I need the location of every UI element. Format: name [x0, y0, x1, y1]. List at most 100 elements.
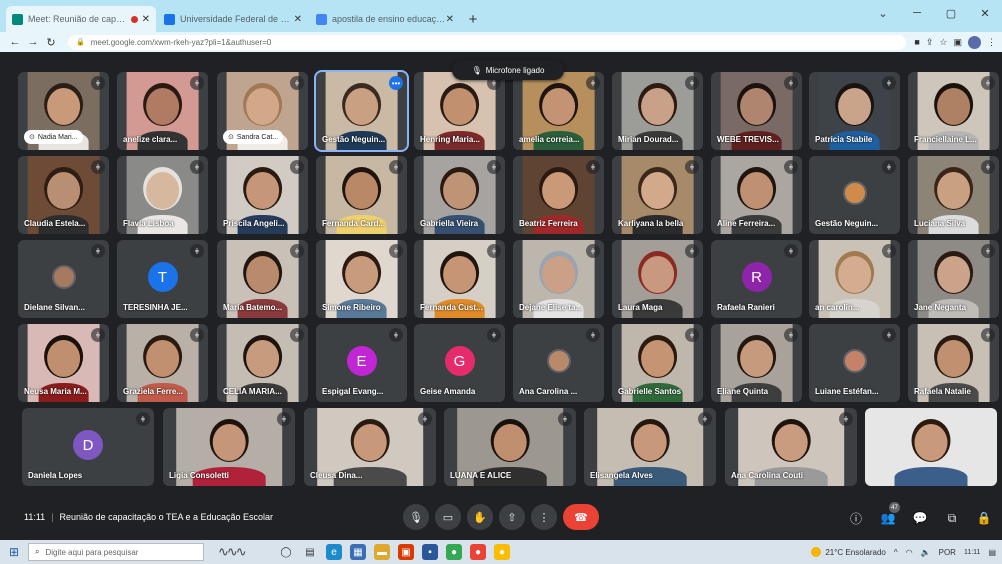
people-button[interactable]: 👥 47 [878, 502, 900, 528]
participant-tile[interactable]: ǂ anelize clara... [117, 72, 208, 150]
reload-icon[interactable]: ↻ [42, 36, 60, 49]
browser-menu-icon[interactable]: ⋮ [987, 37, 996, 48]
participant-tile[interactable]: ǂ Claudia Estela... [18, 156, 109, 234]
browser-tab-apostila[interactable]: apostila de ensino educação especial ✕ [310, 6, 460, 32]
tray-overflow-icon[interactable]: ^ [894, 548, 898, 557]
close-window-icon[interactable]: ✕ [968, 0, 1002, 26]
pinned-name-pill[interactable]: ⊙ Sandra Cat... [223, 130, 284, 144]
notifications-icon[interactable]: ▤ [988, 548, 996, 557]
task-view-icon[interactable]: ◯ [278, 544, 294, 560]
participant-tile[interactable]: ǂ Laura Maga [612, 240, 703, 318]
back-icon[interactable]: ← [6, 36, 24, 48]
search-highlight-icon[interactable]: ∿∿∿ [218, 544, 270, 560]
file-explorer-icon[interactable]: ▬ [374, 544, 390, 560]
participant-tile[interactable]: T ǂ TERESINHA JE... [117, 240, 208, 318]
taskbar-search-box[interactable]: ⌕ Digite aqui para pesquisar [28, 543, 204, 561]
close-tab-icon[interactable]: ✕ [446, 14, 454, 25]
host-controls-button[interactable]: 🔒 [974, 508, 994, 528]
participant-tile[interactable]: ǂ Dejane Elise ta... [513, 240, 604, 318]
windows-start-icon[interactable]: ⊞ [0, 545, 28, 559]
chrome-icon[interactable]: ● [494, 544, 510, 560]
participant-tile[interactable]: ǂ Cleusa Dina... [304, 408, 436, 486]
network-icon[interactable]: ◠ [906, 548, 913, 557]
weather-widget[interactable]: 21°C Ensolarado [811, 547, 886, 557]
widgets-icon[interactable]: ▤ [302, 544, 318, 560]
participant-tile[interactable]: R ǂ Rafaela Ranieri [711, 240, 802, 318]
chat-button[interactable]: 💬 [910, 508, 930, 528]
participant-tile[interactable]: ǂ CELIA MARIA... [217, 324, 308, 402]
browser-tab-meet[interactable]: Meet: Reunião de capacitação ✕ [6, 6, 156, 32]
chrome-icon[interactable]: ● [470, 544, 486, 560]
participant-tile[interactable]: ǂ Ana Carolina Couti [725, 408, 857, 486]
participant-tile[interactable]: ǂ an carolin... [809, 240, 900, 318]
participant-tile[interactable]: ǂ Karliyana la bella [612, 156, 703, 234]
more-options-button[interactable]: ⋮ [531, 504, 557, 530]
participant-tile[interactable]: ǂ Dielane Silvan... [18, 240, 109, 318]
participant-tile[interactable]: ǂ LUANA E ALICE [444, 408, 576, 486]
meeting-details-button[interactable]: ⓘ [846, 508, 866, 528]
store-icon[interactable]: ▦ [350, 544, 366, 560]
participant-tile[interactable]: ǂ Luciana Silva [908, 156, 999, 234]
participant-tile[interactable]: ǂ Patricia Stabile [809, 72, 900, 150]
pinned-name-pill[interactable]: ⊙ Nadia Mari... [24, 130, 83, 144]
camera-indicator-icon[interactable]: ■ [914, 37, 919, 47]
address-bar[interactable]: 🔒 meet.google.com/xwm-rkeh-yaz?pli=1&aut… [68, 34, 907, 50]
participant-tile[interactable]: ǂ Flavia Lisboa [117, 156, 208, 234]
present-button[interactable]: ⇧ [499, 504, 525, 530]
browser-tab-ufscar[interactable]: Universidade Federal de São Carlos ✕ [158, 6, 308, 32]
participant-tile[interactable]: ǂ WEBE TREVIS... [711, 72, 802, 150]
close-tab-icon[interactable]: ✕ [142, 14, 150, 25]
participant-tile[interactable]: ǂ Aline Ferreira... [711, 156, 802, 234]
bookmark-star-icon[interactable]: ☆ [939, 37, 947, 48]
volume-icon[interactable]: 🔈 [921, 548, 931, 557]
participant-tile[interactable]: ǂ Ana Carolina ... [513, 324, 604, 402]
tab-search-icon[interactable]: ⌄ [866, 0, 900, 26]
participant-tile[interactable]: D ǂ Daniela Lopes [22, 408, 154, 486]
leave-call-button[interactable]: ☎ [563, 504, 599, 530]
participant-tile[interactable]: G ǂ Geise Amanda [414, 324, 505, 402]
camera-button[interactable]: ▭ [435, 504, 461, 530]
participant-tile[interactable]: ǂ Fernanda Cust... [414, 240, 505, 318]
language-indicator[interactable]: POR [939, 548, 956, 557]
chrome-icon[interactable]: ● [446, 544, 462, 560]
participant-tile[interactable]: ǂ Gabriella Vieira [414, 156, 505, 234]
participant-tile[interactable]: ǂ Maria Batemo... [217, 240, 308, 318]
close-tab-icon[interactable]: ✕ [294, 14, 302, 25]
participant-tile[interactable]: ǂ amelia correia... [513, 72, 604, 150]
participant-tile[interactable]: ǂ Gestão Neguin... [809, 156, 900, 234]
participant-tile[interactable]: ǂ Rafaela Natalie [908, 324, 999, 402]
participant-tile[interactable]: ǂ Simone Ribeiro [316, 240, 407, 318]
participant-tile[interactable]: ǂ Jane Neganta [908, 240, 999, 318]
profile-avatar[interactable] [968, 35, 981, 49]
participant-tile[interactable]: ǂ Fernanda Card... [316, 156, 407, 234]
mic-button[interactable]: 🎙 [403, 504, 429, 530]
participant-tile[interactable]: E ǂ Espigal Evang... [316, 324, 407, 402]
edge-icon[interactable]: e [326, 544, 342, 560]
participant-tile[interactable]: ǂ ⊙ Sandra Cat... [217, 72, 308, 150]
participant-tile[interactable]: ǂ ⊙ Nadia Mari... [18, 72, 109, 150]
participant-tile[interactable]: ǂ Gabrielle Santos [612, 324, 703, 402]
participant-tile[interactable]: ǂ Luiane Estéfan... [809, 324, 900, 402]
activities-button[interactable]: ⧉ [942, 508, 962, 528]
forward-icon[interactable]: → [24, 36, 42, 48]
participant-tile[interactable]: ǂ Henring Maria... [414, 72, 505, 150]
taskbar-clock[interactable]: 11:11 [964, 548, 980, 557]
participant-tile[interactable]: ǂ Beatriz Ferreira [513, 156, 604, 234]
side-panel-icon[interactable]: ▣ [953, 37, 962, 48]
participant-tile[interactable]: ǂ Franciellaine L... [908, 72, 999, 150]
participant-tile[interactable]: ǂ Graziela Ferre... [117, 324, 208, 402]
share-icon[interactable]: ⇪ [926, 37, 934, 48]
participant-tile[interactable]: ••• Gestão Neguin... [314, 70, 409, 152]
participant-tile[interactable]: ǂ Neusa Maria M... [18, 324, 109, 402]
app-icon[interactable]: ▪ [422, 544, 438, 560]
maximize-icon[interactable]: ▢ [934, 0, 968, 26]
new-tab-button[interactable]: + [462, 6, 484, 32]
participant-tile[interactable]: ǂ Elisangela Alves [584, 408, 716, 486]
participant-tile[interactable]: ǂ Mirian Dourad... [612, 72, 703, 150]
raise-hand-button[interactable]: ✋ [467, 504, 493, 530]
participant-tile[interactable]: ǂ Eliane Quinta [711, 324, 802, 402]
minimize-icon[interactable]: ─ [900, 0, 934, 26]
participant-tile[interactable] [865, 408, 997, 486]
office-icon[interactable]: ▣ [398, 544, 414, 560]
participant-tile[interactable]: ǂ Ligia Consoletti [163, 408, 295, 486]
